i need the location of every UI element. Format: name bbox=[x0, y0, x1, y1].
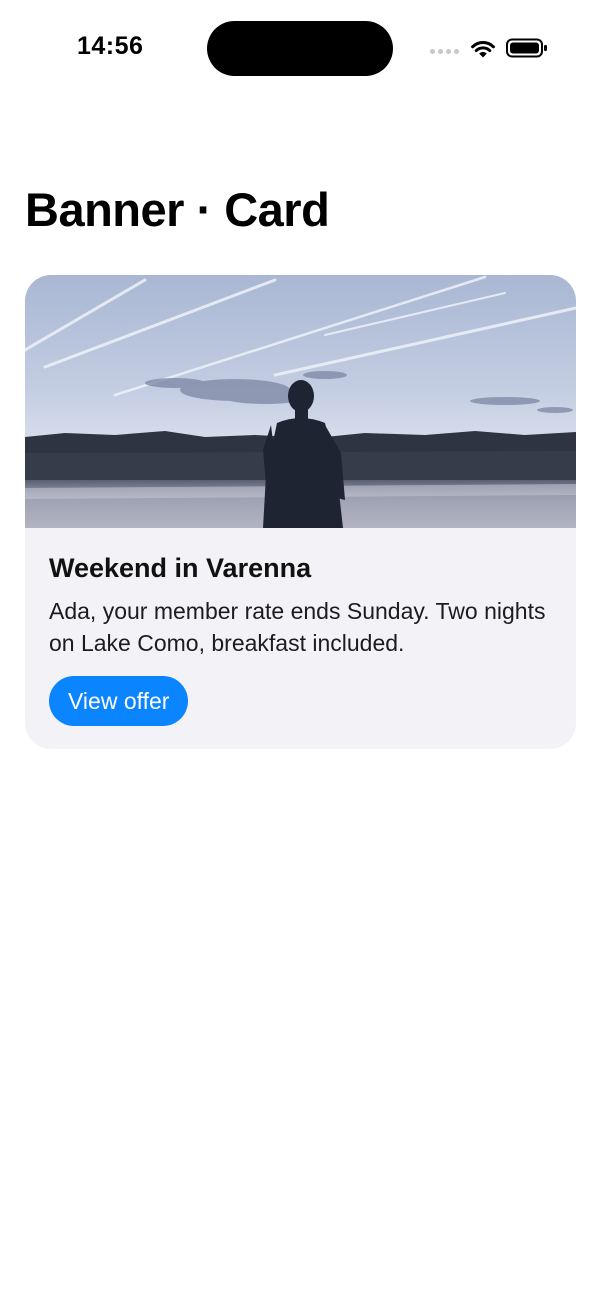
lake-silhouette-photo bbox=[25, 275, 576, 528]
dynamic-island bbox=[207, 21, 393, 76]
page-title: Banner · Card bbox=[25, 183, 330, 236]
status-time: 14:56 bbox=[77, 32, 144, 60]
wifi-icon bbox=[471, 41, 495, 58]
status-bar: 14:56 bbox=[0, 0, 600, 96]
card-description: Ada, your member rate ends Sunday. Two n… bbox=[49, 598, 546, 656]
card-title: Weekend in Varenna bbox=[49, 553, 312, 583]
battery-icon bbox=[506, 38, 547, 58]
card-body: Weekend in Varenna Ada, your member rate… bbox=[49, 551, 559, 659]
cellular-signal-icon bbox=[430, 49, 460, 57]
banner-card: Weekend in Varenna Ada, your member rate… bbox=[25, 275, 576, 749]
view-offer-button[interactable]: View offer bbox=[49, 676, 189, 726]
